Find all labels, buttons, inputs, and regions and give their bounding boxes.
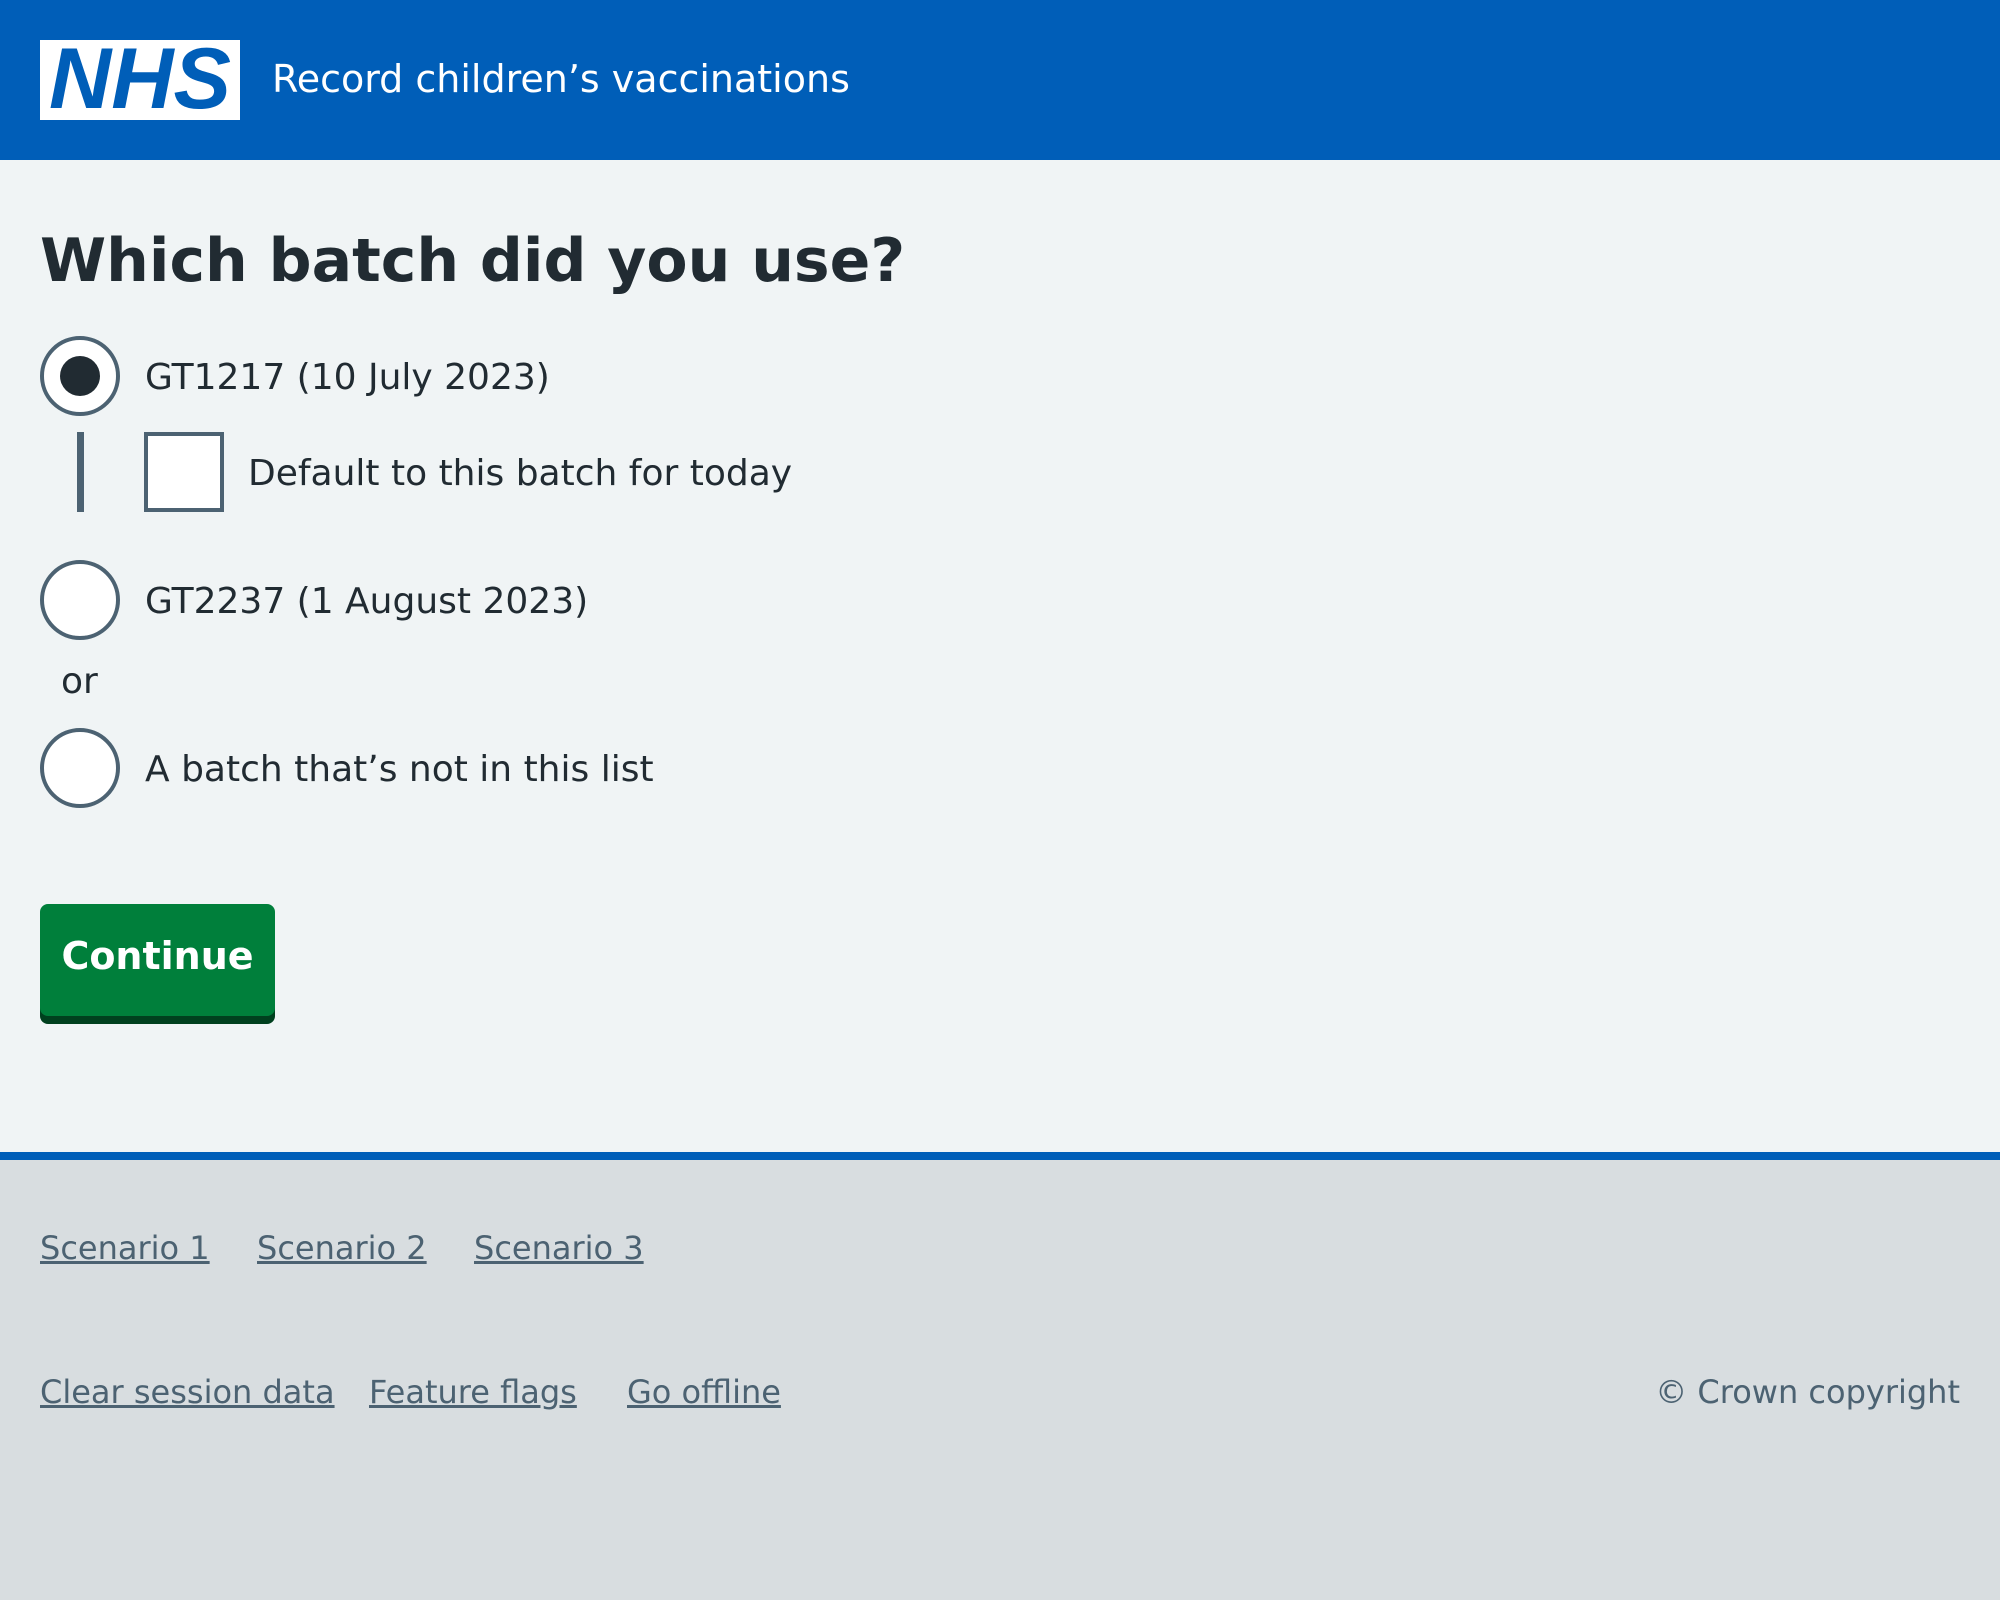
nhs-logo[interactable]: NHS: [40, 40, 240, 120]
radio-selected-dot: [60, 356, 100, 396]
page-title: Which batch did you use?: [40, 226, 906, 296]
default-batch-checkbox-label[interactable]: Default to this batch for today: [248, 452, 792, 496]
nhs-logo-icon: NHS: [40, 40, 240, 120]
footer-link-scenario-2[interactable]: Scenario 2: [257, 1228, 427, 1268]
radio-label-not-in-list[interactable]: A batch that’s not in this list: [145, 748, 654, 792]
footer-link-clear-session-data[interactable]: Clear session data: [40, 1372, 335, 1412]
radio-batch-gt2237[interactable]: [40, 560, 120, 640]
footer-link-go-offline[interactable]: Go offline: [627, 1372, 781, 1412]
default-batch-checkbox[interactable]: [144, 432, 224, 512]
conditional-reveal-bar: [77, 432, 84, 512]
footer-link-scenario-3[interactable]: Scenario 3: [474, 1228, 644, 1268]
continue-button[interactable]: Continue: [40, 904, 275, 1016]
radio-label-gt2237[interactable]: GT2237 (1 August 2023): [145, 580, 588, 624]
site-header: NHS Record children’s vaccinations: [0, 0, 2000, 160]
radio-label-gt1217[interactable]: GT1217 (10 July 2023): [145, 356, 550, 400]
main-content: [0, 160, 2000, 1152]
radio-divider-or: or: [61, 661, 98, 702]
footer-link-feature-flags[interactable]: Feature flags: [369, 1372, 577, 1412]
svg-text:NHS: NHS: [49, 40, 231, 120]
footer-link-scenario-1[interactable]: Scenario 1: [40, 1228, 210, 1268]
copyright-text: © Crown copyright: [1655, 1373, 1960, 1411]
service-name[interactable]: Record children’s vaccinations: [272, 56, 850, 102]
radio-batch-not-in-list[interactable]: [40, 728, 120, 808]
radio-batch-gt1217[interactable]: [40, 336, 120, 416]
